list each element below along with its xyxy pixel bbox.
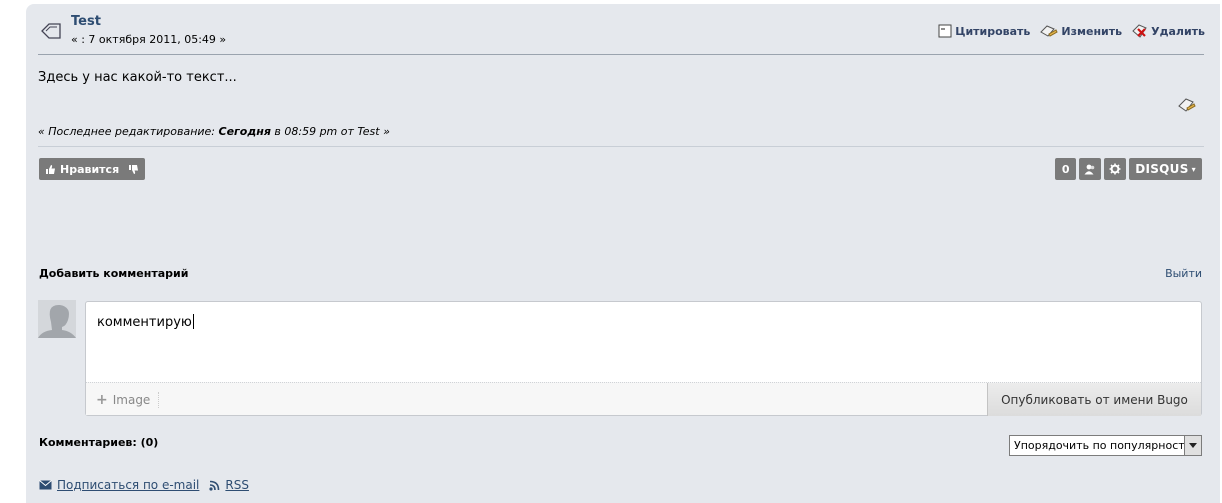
rss-label: RSS <box>225 478 249 492</box>
delete-label: Удалить <box>1151 24 1205 38</box>
edit-note-when: Сегодня <box>218 125 271 138</box>
post-body: Здесь у нас какой-то текст... <box>38 70 237 85</box>
gear-icon <box>1109 163 1121 175</box>
comment-count-badge[interactable]: 0 <box>1055 158 1077 180</box>
post-date: « : 7 октября 2011, 05:49 » <box>71 33 227 46</box>
edit-note-prefix: « Последнее редактирование: <box>38 125 219 138</box>
thumbs-down-icon <box>129 164 138 174</box>
post-icon <box>41 23 61 39</box>
delete-button[interactable]: Удалить <box>1132 24 1205 38</box>
report-icon[interactable] <box>1177 96 1197 114</box>
body-divider <box>38 146 1204 147</box>
edit-button[interactable]: Изменить <box>1040 24 1122 38</box>
add-image-label: Image <box>112 393 151 407</box>
disqus-menu-button[interactable]: DISQUS ▾ <box>1129 158 1202 180</box>
delete-icon <box>1132 24 1147 38</box>
dropdown-arrow-icon[interactable] <box>1184 436 1201 455</box>
sort-selected-value: Упорядочить по популярности <box>1014 439 1192 452</box>
comment-count: Комментариев: (0) <box>39 436 159 449</box>
comment-editor[interactable]: комментирую + Image Опубликовать от имен… <box>85 301 1202 416</box>
default-avatar-icon <box>38 300 76 338</box>
text-caret <box>192 314 194 329</box>
disqus-logo: DISQUS <box>1135 162 1189 176</box>
editor-toolbar: + Image Опубликовать от имени Bugo <box>86 382 1201 416</box>
footer-links: Подписаться по e-mail RSS <box>39 478 249 492</box>
rss-link[interactable]: RSS <box>209 478 249 492</box>
sort-select[interactable]: Упорядочить по популярности <box>1009 435 1202 456</box>
thumbs-up-icon <box>46 164 55 174</box>
post-panel: Test « : 7 октября 2011, 05:49 » Цитиров… <box>26 4 1220 503</box>
subscribe-label: Подписаться по e-mail <box>57 478 200 492</box>
edit-note: « Последнее редактирование: Сегодня в 08… <box>38 125 390 138</box>
plus-icon: + <box>96 392 108 408</box>
comment-input[interactable]: комментирую <box>97 314 194 330</box>
post-title[interactable]: Test <box>71 14 101 29</box>
like-label: Нравится <box>60 162 120 176</box>
rss-icon <box>209 480 220 491</box>
dislike-button[interactable] <box>122 158 145 180</box>
avatar[interactable] <box>38 300 76 338</box>
quote-button[interactable]: Цитировать <box>938 24 1030 38</box>
post-actions: Цитировать Изменить Удалить <box>938 24 1205 38</box>
edit-label: Изменить <box>1061 24 1123 38</box>
disqus-bar: 0 DISQUS ▾ <box>1055 158 1202 180</box>
community-button[interactable] <box>1079 158 1102 180</box>
edit-icon <box>1040 25 1059 37</box>
quote-icon <box>938 24 952 38</box>
header-divider <box>38 54 1204 55</box>
quote-label: Цитировать <box>955 24 1031 38</box>
settings-button[interactable] <box>1104 158 1127 180</box>
envelope-icon <box>39 480 52 490</box>
edit-note-suffix: в 08:59 pm от Test » <box>270 125 390 138</box>
users-icon <box>1084 164 1095 174</box>
add-comment-heading: Добавить комментарий <box>39 267 189 280</box>
add-image-button[interactable]: + Image <box>96 392 160 408</box>
subscribe-email-link[interactable]: Подписаться по e-mail <box>39 478 199 492</box>
publish-button[interactable]: Опубликовать от имени Bugo <box>987 383 1201 416</box>
chevron-down-icon: ▾ <box>1191 164 1196 174</box>
logout-link[interactable]: Выйти <box>1165 267 1202 280</box>
comment-input-value: комментирую <box>97 315 192 330</box>
like-button[interactable]: Нравится <box>39 158 126 180</box>
